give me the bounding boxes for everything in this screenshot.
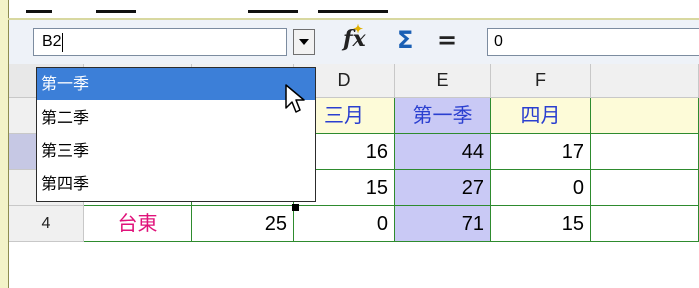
top-strip-fragment (96, 0, 136, 13)
dropdown-item-q3[interactable]: 第三季 (37, 135, 315, 166)
row-header-4[interactable]: 4 (9, 206, 84, 242)
window-left-frame (0, 0, 9, 288)
formula-input[interactable]: 0 (487, 28, 699, 56)
dropdown-item-q1[interactable]: 第一季 (37, 68, 315, 99)
cell-e1[interactable]: 第一季 (395, 98, 491, 134)
column-header-g[interactable] (591, 64, 699, 98)
mouse-pointer-icon (285, 84, 305, 113)
name-box-value: B2 (42, 33, 62, 50)
cell-e4[interactable]: 71 (395, 206, 491, 242)
formula-input-value: 0 (494, 33, 503, 50)
named-ranges-dropdown: 第一季 第二季 第三季 第四季 (36, 67, 316, 202)
dropdown-divider (37, 99, 315, 100)
cell-f3[interactable]: 0 (491, 170, 591, 206)
dropdown-item-q4[interactable]: 第四季 (37, 168, 315, 199)
cell-f2[interactable]: 17 (491, 134, 591, 170)
cell-g3[interactable] (591, 170, 699, 206)
text-cursor (62, 33, 63, 52)
cell-g1[interactable] (591, 98, 699, 134)
top-strip-fragment (248, 0, 298, 13)
cell-g2[interactable] (591, 134, 699, 170)
top-strip-fragment (26, 0, 52, 13)
cell-b4[interactable]: 台東 (84, 206, 192, 242)
dropdown-item-q2[interactable]: 第二季 (37, 102, 315, 133)
cell-e3[interactable]: 27 (395, 170, 491, 206)
top-strip (0, 0, 699, 20)
top-strip-fragment (318, 0, 388, 13)
cell-d4[interactable]: 0 (294, 206, 395, 242)
cell-c4[interactable]: 25 (192, 206, 294, 242)
cell-f1[interactable]: 四月 (491, 98, 591, 134)
function-wizard-icon[interactable]: fx ✦ (343, 22, 371, 56)
formula-equals-icon[interactable]: = (437, 26, 457, 54)
cell-f4[interactable]: 15 (491, 206, 591, 242)
fill-handle[interactable] (292, 204, 299, 211)
name-box-dropdown-button[interactable] (293, 29, 315, 55)
cell-g4[interactable] (591, 206, 699, 242)
column-header-f[interactable]: F (491, 64, 591, 98)
cell-e2[interactable]: 44 (395, 134, 491, 170)
formula-toolbar: B2 fx ✦ Σ = 0 (9, 20, 699, 65)
name-box[interactable]: B2 (33, 28, 287, 56)
chevron-down-icon (299, 39, 309, 45)
column-header-e[interactable]: E (395, 64, 491, 98)
sum-icon[interactable]: Σ (397, 26, 413, 54)
